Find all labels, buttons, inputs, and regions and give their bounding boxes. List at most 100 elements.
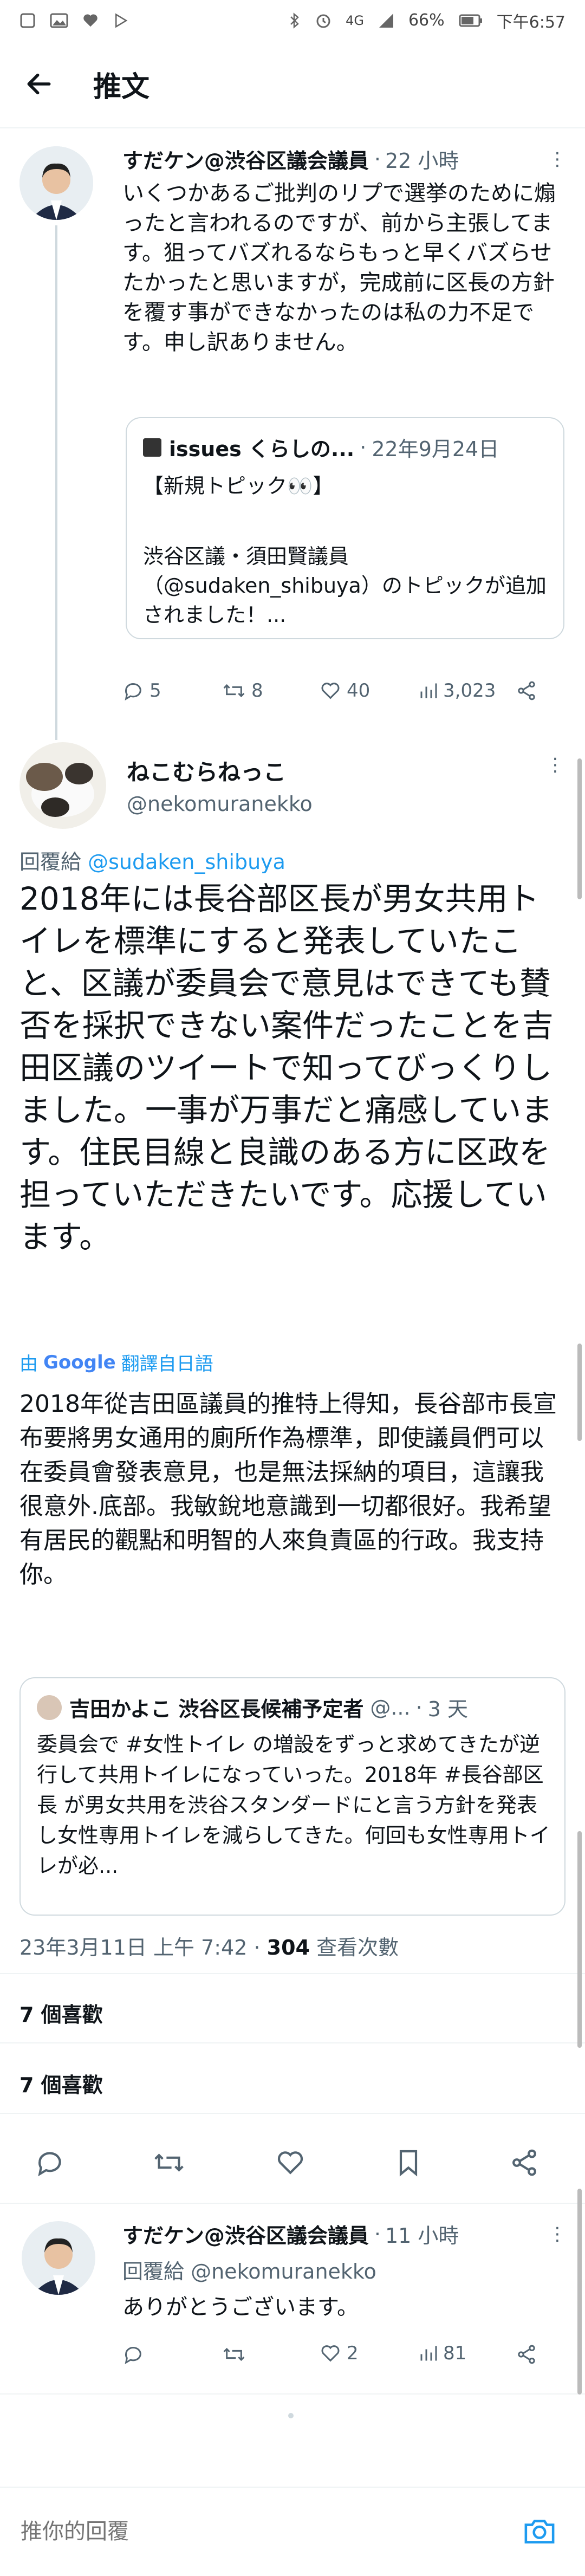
quote-avatar	[37, 1695, 62, 1720]
like-button[interactable]: 2	[320, 2343, 359, 2364]
avatar[interactable]	[20, 146, 93, 220]
like-button[interactable]: 40	[320, 680, 370, 702]
arrow-left-icon	[27, 73, 51, 95]
quote-line-2: 渋谷区議・須田賢議員（@sudaken_shibuya）のトピックが追加されまし…	[143, 544, 547, 627]
views-label: 查看次數	[316, 1936, 399, 1959]
tweet-text: ありがとうございます。	[122, 2295, 359, 2320]
reply-to-label: 回覆給	[20, 850, 82, 874]
scrollbar[interactable]	[577, 758, 582, 899]
quote-time: 3 天	[427, 1697, 468, 1721]
main-action-bar	[0, 2134, 585, 2189]
tweet-timestamp: 23年3月11日 上午 7:42	[20, 1936, 248, 1959]
translate-label[interactable]: 翻譯自日語	[121, 1349, 213, 1375]
scrollbar[interactable]	[577, 1344, 582, 1441]
reply-button[interactable]: 5	[122, 680, 161, 702]
quote-source: issues くらしの...	[169, 437, 355, 461]
signal-icon	[379, 13, 393, 28]
heart-icon[interactable]	[275, 2147, 306, 2178]
network-type: 4G	[346, 12, 364, 28]
views-chart-icon	[420, 683, 437, 698]
divider	[0, 2113, 585, 2114]
quote-date: 22年9月24日	[372, 437, 499, 461]
scrollbar[interactable]	[577, 1831, 582, 2048]
author-name[interactable]: ねこむらねっこ	[127, 754, 286, 787]
divider	[0, 2042, 585, 2043]
thread-line	[55, 225, 57, 740]
person-avatar-icon	[20, 146, 93, 220]
tweet-timestamp-row: 23年3月11日 上午 7:42 · 304 查看次數	[20, 1936, 399, 1959]
bluetooth-icon	[290, 12, 299, 29]
share-icon[interactable]	[509, 2147, 540, 2178]
retweet-icon[interactable]	[153, 2147, 185, 2178]
share-icon[interactable]	[516, 2344, 537, 2365]
heart-icon	[321, 683, 340, 699]
separator-dot: ·	[374, 147, 381, 171]
views-button[interactable]: 81	[418, 2343, 466, 2364]
notification-icon	[20, 13, 35, 28]
share-button[interactable]	[516, 680, 537, 702]
reply-to-line: 回覆給 @nekomuranekko	[122, 2260, 376, 2283]
avatar[interactable]	[20, 742, 106, 829]
author-name[interactable]: すだケン@渋谷区議会議員	[122, 144, 369, 174]
play-store-icon	[115, 13, 128, 28]
quote-header: 吉田かよこ 渋谷区長候補予定者 @... · 3 天	[37, 1692, 551, 1722]
translated-text: 2018年從吉田區議員的推特上得知，長谷部市長宣布要將男女通用的廁所作為標準，即…	[20, 1390, 557, 1588]
scrollbar[interactable]	[577, 2189, 582, 2395]
quote-text: 委員会で #女性トイレ の増設をずっと求めてきたが逆行して共用トイレになっていっ…	[37, 1733, 550, 1878]
author-handle[interactable]: @nekomuranekko	[127, 792, 313, 816]
reply-icon[interactable]	[35, 2147, 65, 2178]
more-icon[interactable]: ⋮	[546, 754, 564, 776]
app-bar: 推文	[0, 41, 585, 128]
views-number: 304	[266, 1936, 310, 1959]
reply-actions: 2 81	[122, 2340, 572, 2373]
cat-avatar-icon	[20, 742, 106, 829]
heart-icon	[321, 2345, 340, 2362]
author-name[interactable]: すだケン@渋谷区議会議員	[122, 2219, 369, 2249]
main-tweet-text: 2018年には長谷部区長が男女共用トイレを標準にすると発表していたこと、区議が委…	[20, 880, 554, 1255]
issues-logo-icon	[143, 438, 161, 457]
clock: 下午6:57	[496, 12, 566, 32]
views-button[interactable]: 3,023	[418, 680, 496, 702]
reply-icon	[125, 683, 141, 701]
quoted-tweet[interactable]: 吉田かよこ 渋谷区長候補予定者 @... · 3 天 委員会で #女性トイレ の…	[20, 1677, 566, 1916]
views-chart-icon	[420, 2346, 437, 2361]
bookmark-icon[interactable]	[393, 2147, 424, 2178]
person-avatar-icon	[22, 2221, 95, 2295]
more-icon[interactable]: ⋮	[548, 148, 567, 170]
view-count: 3,023	[443, 680, 496, 702]
parent-actions: 5 8 40 3,023	[122, 674, 572, 707]
tweet-text: いくつかあるご批判のリプで選挙のために煽ったと言われるのですが、前から主張してま…	[122, 181, 556, 355]
divider	[0, 1973, 585, 1974]
heart-status-icon	[83, 14, 98, 27]
quote-handle: @...	[370, 1695, 411, 1720]
likes-row[interactable]: 7 個喜歡	[20, 2068, 103, 2098]
view-count: 81	[443, 2343, 467, 2364]
quote-header: issues くらしの... · 22年9月24日	[143, 432, 555, 462]
reply-to-line: 回覆給 @sudaken_shibuya	[20, 845, 285, 875]
parent-tweet-header: すだケン@渋谷区議会議員 · 22 小時 ⋮	[122, 144, 567, 174]
share-icon	[518, 681, 535, 700]
gallery-icon	[50, 13, 68, 28]
reply-tweet-header: すだケン@渋谷区議会議員 · 11 小時 ⋮	[122, 2219, 567, 2249]
compose-bar	[0, 2488, 585, 2576]
reply-to-handle[interactable]: @sudaken_shibuya	[88, 850, 285, 874]
translation-attribution: 由 Google 翻譯自日語	[20, 1349, 213, 1375]
avatar[interactable]	[22, 2221, 95, 2295]
likes-row[interactable]: 7 個喜歡	[20, 1998, 103, 2028]
retweet-icon	[223, 684, 245, 698]
translate-by: 由	[20, 1353, 38, 1375]
retweet-icon[interactable]	[222, 2344, 246, 2365]
divider	[0, 2393, 585, 2395]
quoted-tweet[interactable]: issues くらしの... · 22年9月24日 【新規トピック👀】 渋谷区議…	[126, 417, 564, 639]
divider	[0, 2203, 585, 2204]
retweet-button[interactable]: 8	[222, 680, 263, 702]
reply-icon[interactable]	[122, 2344, 144, 2365]
more-icon[interactable]: ⋮	[548, 2223, 567, 2245]
camera-icon[interactable]	[522, 2516, 557, 2546]
reply-input[interactable]	[20, 2509, 509, 2554]
battery-icon	[459, 14, 482, 27]
reply-count: 5	[150, 680, 161, 702]
like-count: 40	[347, 680, 370, 702]
loading-dot	[288, 2413, 294, 2418]
back-button[interactable]	[17, 62, 61, 106]
